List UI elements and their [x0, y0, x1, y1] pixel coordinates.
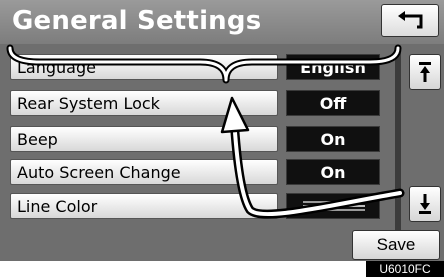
- setting-row-language[interactable]: Language English: [10, 54, 380, 80]
- setting-row-beep[interactable]: Beep On: [10, 126, 380, 152]
- back-button[interactable]: [381, 4, 439, 37]
- setting-row-line-color[interactable]: Line Color: [10, 193, 380, 219]
- setting-row-auto-screen-change[interactable]: Auto Screen Change On: [10, 159, 380, 185]
- scroll-up-icon: [419, 62, 431, 82]
- scroll-down-button[interactable]: [409, 186, 441, 222]
- setting-row-rear-system-lock[interactable]: Rear System Lock Off: [10, 90, 380, 116]
- back-arrow-icon: [398, 10, 423, 28]
- setting-label-line-color[interactable]: Line Color: [10, 193, 278, 219]
- setting-label-auto-screen-change[interactable]: Auto Screen Change: [10, 159, 278, 185]
- scroll-up-button[interactable]: [409, 54, 441, 90]
- settings-screen: General Settings Language English Rear S…: [0, 0, 444, 261]
- setting-label-language[interactable]: Language: [10, 54, 278, 80]
- figure-code-label: U6010FC: [366, 261, 444, 277]
- setting-value-auto-screen-change[interactable]: On: [286, 159, 380, 185]
- scroll-down-icon: [419, 194, 431, 214]
- title-bar: General Settings: [0, 0, 444, 44]
- page-title: General Settings: [12, 6, 262, 36]
- save-button[interactable]: Save: [352, 230, 440, 260]
- setting-value-language[interactable]: English: [286, 54, 380, 80]
- setting-value-line-color[interactable]: [286, 193, 380, 219]
- scroll-track[interactable]: [395, 52, 401, 232]
- setting-value-beep[interactable]: On: [286, 126, 380, 152]
- setting-value-rear-system-lock[interactable]: Off: [286, 90, 380, 116]
- setting-label-rear-system-lock[interactable]: Rear System Lock: [10, 90, 278, 116]
- line-color-swatch-icon: [303, 201, 365, 211]
- setting-label-beep[interactable]: Beep: [10, 126, 278, 152]
